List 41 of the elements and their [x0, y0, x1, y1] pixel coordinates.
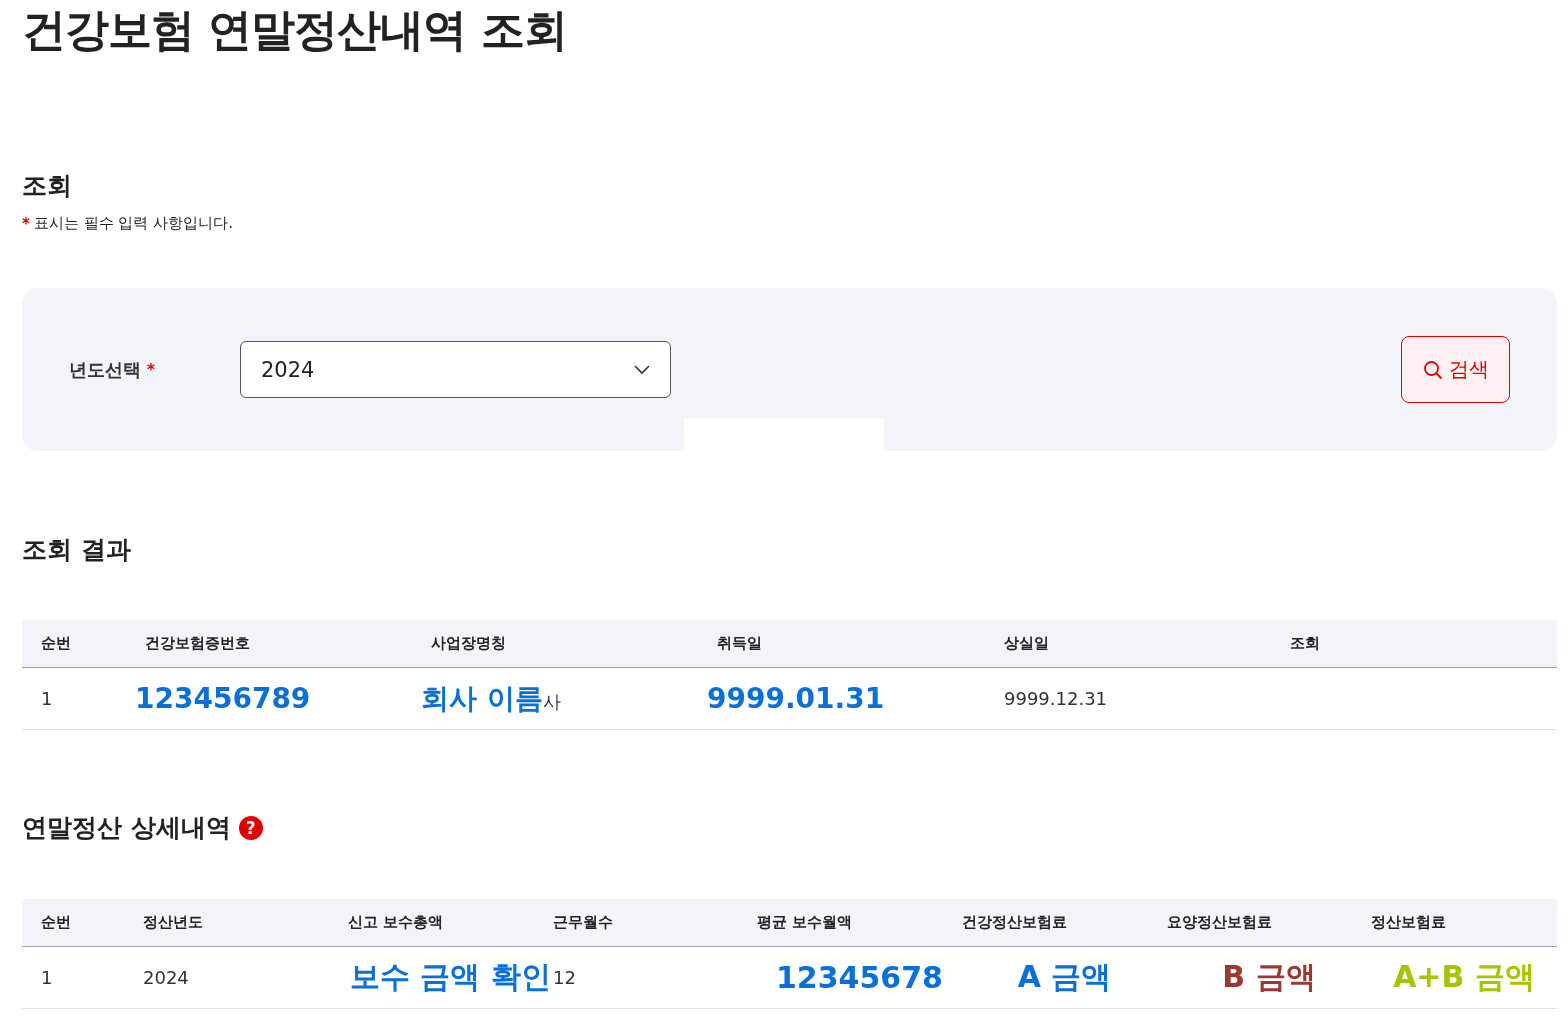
table-cell-text: 9999.12.31 [1004, 688, 1109, 709]
column-header: 근무월수 [553, 913, 614, 932]
column-header: 조회 [1290, 634, 1321, 653]
search-icon [1422, 359, 1443, 380]
annotation-text: 보수 금액 확인 [350, 958, 551, 996]
column-header: 건강정산보험료 [962, 913, 1068, 932]
annotation-text: A 금액 [1017, 958, 1112, 996]
annotation-text: A+B 금액 [1393, 958, 1535, 996]
table-cell-text: 1 [41, 967, 54, 988]
annotation-text: 12345678 [776, 960, 943, 995]
column-header: 요양정산보험료 [1167, 913, 1273, 932]
column-header: 정산년도 [143, 913, 204, 932]
annotation-text: B 금액 [1222, 958, 1316, 996]
page-title: 건강보험 연말정산내역 조회 [22, 3, 568, 57]
year-select[interactable]: 2024 [240, 341, 671, 398]
column-header: 평균 보수월액 [757, 913, 854, 932]
required-mark: * [22, 214, 30, 233]
table-cell-text: 1 [41, 688, 54, 709]
annotation-text: 회사 이름 [421, 680, 543, 717]
column-header: 신고 보수총액 [348, 913, 445, 932]
required-note: 표시는 필수 입력 사항입니다. [33, 214, 233, 233]
column-header: 순번 [41, 634, 72, 653]
column-header: 건강보험증번호 [145, 634, 251, 653]
help-icon[interactable]: ? [238, 816, 263, 840]
chevron-down-icon [634, 364, 650, 375]
annotation-text: 123456789 [135, 682, 311, 715]
table-cell-text: 2024 [143, 967, 190, 988]
column-header: 사업장명칭 [431, 634, 507, 653]
section-title: 조회 [22, 170, 72, 202]
search-button[interactable]: 검색 [1401, 336, 1510, 403]
section-title: 조회 결과 [22, 534, 131, 566]
field-label: 년도선택 [69, 357, 141, 382]
column-header: 취득일 [717, 634, 763, 653]
table-cell: 사 [542, 689, 561, 714]
column-header: 정산보험료 [1371, 913, 1447, 932]
table-cell-text: 12 [553, 967, 577, 988]
section-title: 연말정산 상세내역 [22, 812, 231, 844]
column-header: 순번 [41, 913, 72, 932]
required-mark: * [147, 360, 155, 379]
annotation-text: 9999.01.31 [707, 682, 885, 715]
column-header: 상실일 [1004, 634, 1050, 653]
